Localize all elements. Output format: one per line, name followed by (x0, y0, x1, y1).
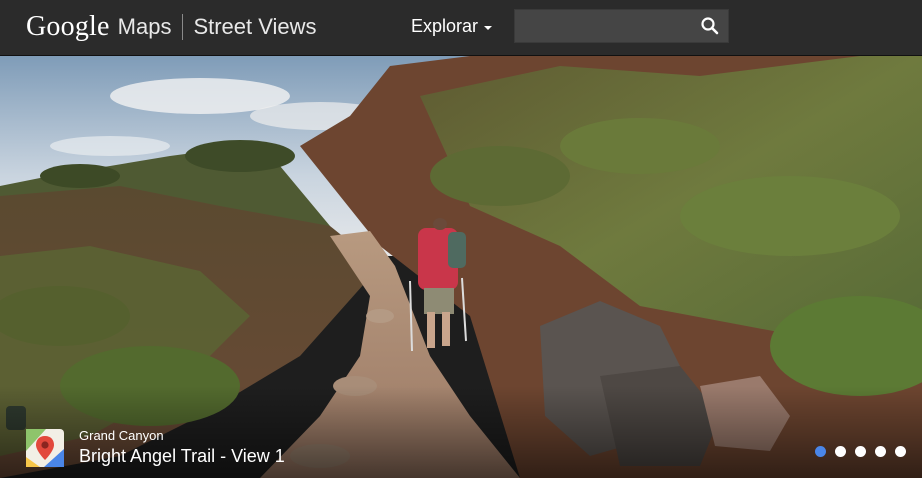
top-bar: Google Maps Street Views Explorar (0, 0, 922, 56)
view-title: Bright Angel Trail - View 1 (79, 446, 285, 466)
panorama-image (0, 56, 922, 478)
brand[interactable]: Google Maps Street Views (26, 9, 317, 45)
carousel-dot[interactable] (815, 446, 826, 457)
brand-divider (182, 14, 184, 40)
search-box (514, 9, 729, 43)
location-label: Grand Canyon (79, 428, 164, 443)
carousel-dot[interactable] (855, 446, 866, 457)
maps-pin-icon (26, 428, 64, 467)
carousel-dot[interactable] (835, 446, 846, 457)
carousel-dot[interactable] (895, 446, 906, 457)
search-icon[interactable] (698, 14, 722, 38)
explore-label: Explorar (411, 16, 479, 36)
explore-menu[interactable]: Explorar (411, 16, 493, 37)
product-name: Street Views (193, 14, 317, 39)
google-logo: Google (26, 11, 110, 42)
chevron-down-icon (484, 25, 493, 30)
carousel-dot[interactable] (875, 446, 886, 457)
scene-caption: Grand Canyon Bright Angel Trail - View 1 (26, 428, 285, 467)
carousel-dots (815, 446, 906, 457)
street-view-panorama[interactable] (0, 56, 922, 478)
search-input[interactable] (515, 10, 695, 42)
maps-label: Maps (117, 14, 172, 39)
